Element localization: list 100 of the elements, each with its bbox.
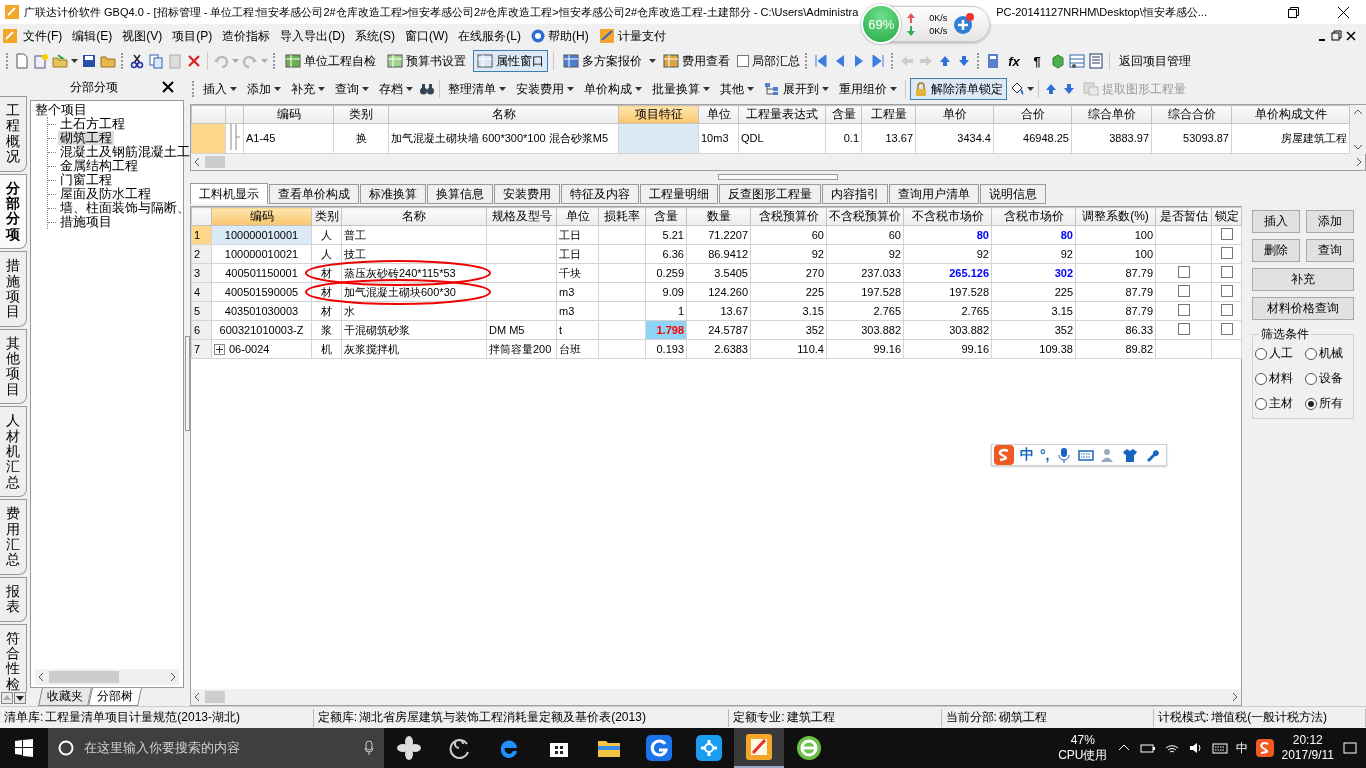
microphone-icon[interactable] bbox=[1055, 447, 1072, 463]
checkbox[interactable] bbox=[1220, 284, 1233, 297]
caret-icon[interactable] bbox=[822, 86, 829, 92]
checkbox[interactable] bbox=[1177, 265, 1190, 278]
menu-item[interactable]: 项目(P) bbox=[167, 27, 218, 45]
menu-item[interactable]: 在线服务(L) bbox=[453, 27, 526, 45]
caret-icon[interactable] bbox=[703, 86, 710, 92]
side-tab[interactable]: 工程概况 bbox=[0, 96, 27, 172]
active-app-button[interactable] bbox=[734, 728, 784, 768]
menu-item[interactable]: 系统(S) bbox=[350, 27, 400, 45]
close-icon[interactable] bbox=[1344, 29, 1358, 43]
scroll-thumb[interactable] bbox=[205, 156, 225, 168]
side-tab[interactable]: 人材机汇总 bbox=[0, 406, 27, 498]
panel-tab[interactable]: 分部树 bbox=[88, 688, 142, 706]
restore-icon[interactable] bbox=[1330, 29, 1344, 43]
scroll-thumb[interactable] bbox=[184, 336, 190, 431]
scroll-thumb[interactable] bbox=[49, 671, 119, 683]
table-icon[interactable] bbox=[1069, 53, 1085, 69]
shirt-icon[interactable] bbox=[1121, 447, 1138, 463]
list-icon[interactable] bbox=[1088, 53, 1104, 69]
microphone-icon[interactable] bbox=[364, 740, 374, 756]
column-header[interactable]: 单价 bbox=[915, 105, 994, 124]
radio-option[interactable]: 设备 bbox=[1305, 370, 1351, 387]
cut-icon[interactable] bbox=[129, 53, 145, 69]
sogou-logo-icon[interactable] bbox=[1255, 739, 1274, 757]
pinwheel-icon[interactable] bbox=[397, 736, 421, 760]
pen-icon[interactable] bbox=[746, 734, 772, 760]
column-header[interactable]: 单价构成文件 bbox=[1231, 105, 1350, 124]
caret-icon[interactable] bbox=[274, 86, 281, 92]
side-tab[interactable]: 其他项目 bbox=[0, 328, 27, 405]
g-app-icon[interactable] bbox=[646, 735, 672, 761]
notification-icon[interactable] bbox=[1342, 740, 1358, 756]
checkbox[interactable] bbox=[1220, 227, 1233, 240]
checkbox[interactable] bbox=[1220, 265, 1233, 278]
splitter-handle[interactable] bbox=[718, 174, 838, 180]
caret-icon[interactable] bbox=[406, 86, 413, 92]
column-header[interactable]: 合价 bbox=[993, 105, 1072, 124]
binoculars-icon[interactable] bbox=[419, 81, 435, 97]
toolbar-button[interactable]: 单位工程自检 bbox=[281, 50, 380, 72]
radio-option[interactable]: 人工 bbox=[1255, 345, 1301, 362]
tab[interactable]: 反查图形工程量 bbox=[719, 184, 821, 204]
calculator-icon[interactable] bbox=[985, 53, 1001, 69]
column-header[interactable]: 工程量表达式 bbox=[738, 105, 826, 124]
scroll-right-icon[interactable] bbox=[1231, 692, 1239, 702]
down-arrow-icon[interactable] bbox=[16, 694, 24, 702]
input-mode[interactable]: 中 bbox=[1020, 446, 1034, 464]
column-header[interactable]: 不含税预算价 bbox=[826, 207, 904, 226]
column-header[interactable]: 工程量 bbox=[861, 105, 916, 124]
tree-item[interactable]: 砌筑工程 bbox=[58, 131, 114, 145]
panel-tab[interactable]: 收藏夹 bbox=[38, 688, 92, 706]
network-monitor-widget[interactable]: 69% 0K/s 0K/s bbox=[862, 6, 991, 42]
radio-option[interactable]: 机械 bbox=[1305, 345, 1351, 362]
caret-icon[interactable] bbox=[362, 86, 369, 92]
scroll-thumb[interactable] bbox=[205, 691, 225, 703]
column-header[interactable]: 编码 bbox=[243, 105, 334, 124]
clock-time[interactable]: 20:12 bbox=[1292, 733, 1323, 748]
tree-item[interactable]: 混凝土及钢筋混凝土工 bbox=[58, 145, 192, 159]
windows-logo-icon[interactable] bbox=[15, 739, 33, 757]
menu-button[interactable]: 添加 bbox=[243, 78, 285, 100]
menu-item[interactable]: 窗口(W) bbox=[400, 27, 454, 45]
toolbar-button[interactable]: 多方案报价 bbox=[559, 50, 646, 72]
cross-app-icon[interactable] bbox=[696, 735, 722, 761]
side-button[interactable]: 补充 bbox=[1252, 268, 1354, 291]
side-button[interactable]: 添加 bbox=[1306, 210, 1354, 233]
menu-button[interactable]: 整理清单 bbox=[444, 78, 510, 100]
column-header[interactable]: 损耗率 bbox=[598, 207, 646, 226]
caret-icon[interactable] bbox=[1027, 86, 1034, 92]
tree-item[interactable]: 金属结构工程 bbox=[58, 159, 140, 173]
side-button[interactable]: 插入 bbox=[1252, 210, 1300, 233]
keyboard-icon[interactable] bbox=[1211, 740, 1228, 756]
column-header[interactable]: 类别 bbox=[311, 207, 342, 226]
tree-item[interactable]: 土石方工程 bbox=[58, 117, 127, 131]
caret-icon[interactable] bbox=[635, 86, 642, 92]
side-tab[interactable]: 报表 bbox=[0, 576, 27, 622]
column-header[interactable]: 名称 bbox=[341, 207, 487, 226]
column-header[interactable]: 单位 bbox=[698, 105, 739, 124]
menu-item[interactable]: 视图(V) bbox=[117, 27, 168, 45]
table-cell[interactable] bbox=[618, 123, 699, 154]
menu-item[interactable]: 编辑(E) bbox=[67, 27, 118, 45]
caret-icon[interactable] bbox=[890, 86, 897, 92]
expand-toggle[interactable] bbox=[214, 344, 225, 356]
clock-date[interactable]: 2017/9/11 bbox=[1281, 748, 1334, 763]
menu-button[interactable]: 其他 bbox=[716, 78, 758, 100]
circle-app-icon[interactable] bbox=[796, 735, 822, 761]
scroll-up-icon[interactable] bbox=[1353, 108, 1363, 116]
input-method-bar[interactable]: 中 °, bbox=[991, 444, 1167, 466]
tree-item[interactable]: 屋面及防水工程 bbox=[58, 187, 153, 201]
hierarchy-icon[interactable] bbox=[764, 82, 780, 96]
scroll-right-icon[interactable] bbox=[169, 672, 177, 682]
menu-button[interactable]: 批量换算 bbox=[648, 78, 714, 100]
folder-icon[interactable] bbox=[597, 738, 621, 758]
scroll-left-icon[interactable] bbox=[37, 672, 45, 682]
toolbar-button[interactable]: 预算书设置 bbox=[383, 50, 470, 72]
scroll-right-icon[interactable] bbox=[1355, 157, 1363, 167]
scroll-down-icon[interactable] bbox=[1353, 143, 1363, 151]
cube-icon[interactable] bbox=[1050, 53, 1066, 69]
new-file-icon[interactable] bbox=[14, 53, 30, 69]
tree-item[interactable]: 整个项目 bbox=[35, 103, 179, 117]
menu-button[interactable]: 补充 bbox=[287, 78, 329, 100]
copy-icon[interactable] bbox=[148, 53, 164, 69]
